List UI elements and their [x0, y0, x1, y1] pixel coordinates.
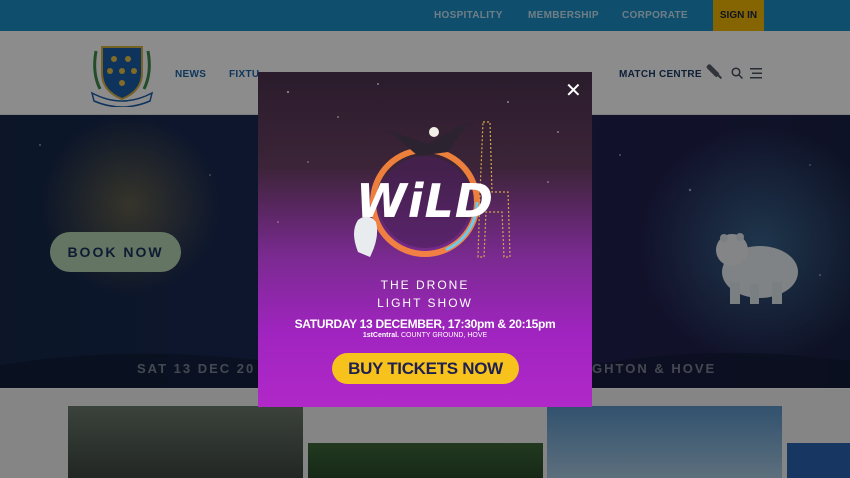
popup-event-venue: 1stCentral. COUNTY GROUND, HOVE — [258, 332, 592, 339]
popup-subtitle-line2: LIGHT SHOW — [377, 296, 473, 310]
event-popup-modal: ✕ WiLD THE DRONE LIGHT SHOW SATURDAY 13 … — [258, 72, 592, 407]
popup-subtitle-line1: THE DRONE — [380, 278, 470, 292]
popup-event-title: WiLD — [355, 174, 494, 228]
wild-event-artwork — [277, 83, 559, 258]
popup-event-datetime: SATURDAY 13 DECEMBER, 17:30pm & 20:15pm — [294, 317, 556, 331]
venue-name: COUNTY GROUND, HOVE — [400, 332, 488, 339]
venue-brand: 1stCentral. — [362, 332, 399, 339]
buy-tickets-button[interactable]: BUY TICKETS NOW — [332, 353, 519, 384]
close-icon[interactable]: ✕ — [565, 81, 582, 101]
